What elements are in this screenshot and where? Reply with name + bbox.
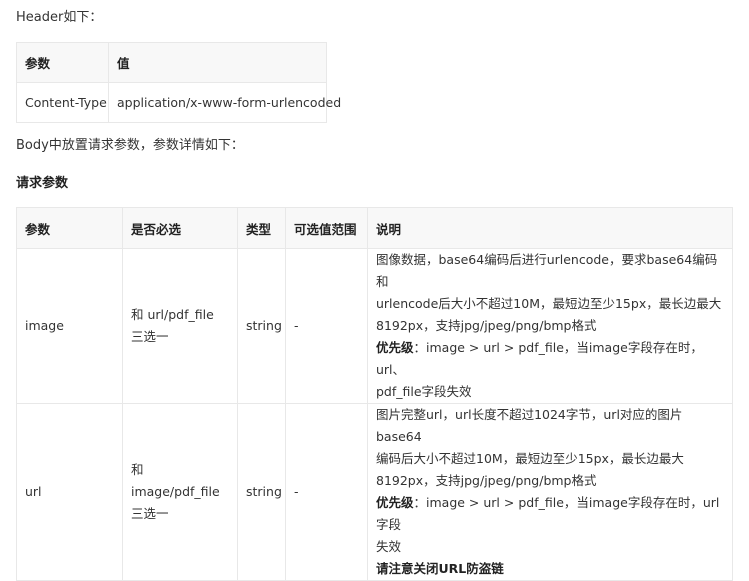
- type-cell: string: [237, 403, 286, 581]
- priority-label: 优先级: [376, 340, 414, 355]
- table-row: Content-Type application/x-www-form-urle…: [16, 82, 341, 123]
- range-cell: -: [285, 403, 368, 581]
- anti-hotlink-note: 请注意关闭URL防盗链: [376, 561, 504, 576]
- request-params-title: 请求参数: [16, 176, 69, 191]
- description-cell: 图片完整url，url长度不超过1024字节，url对应的图片base64 编码…: [367, 403, 733, 581]
- col-range: 可选值范围: [285, 207, 368, 249]
- col-type: 类型: [237, 207, 286, 249]
- description-line: 图片完整url，url长度不超过1024字节，url对应的图片base64: [376, 407, 683, 444]
- header-table-head-row: 参数 值: [16, 42, 327, 83]
- table-row: url 和 image/pdf_file 三选一 string - 图片完整ur…: [16, 403, 733, 581]
- required-cell: 和 url/pdf_file 三选一: [122, 248, 238, 404]
- type-cell: string: [237, 248, 286, 404]
- col-description: 说明: [367, 207, 733, 249]
- description-line: 8192px，支持jpg/jpeg/png/bmp格式: [376, 473, 597, 488]
- description-line: 8192px，支持jpg/jpeg/png/bmp格式: [376, 318, 597, 333]
- description-line: 编码后大小不超过10M，最短边至少15px，最长边最大: [376, 451, 684, 466]
- params-table-head-row: 参数 是否必选 类型 可选值范围 说明: [16, 207, 733, 249]
- priority-line: 优先级：image > url > pdf_file，当image字段存在时，u…: [376, 337, 724, 381]
- priority-text: ：image > url > pdf_file，当image字段存在时，url、: [376, 340, 703, 377]
- range-cell: -: [285, 248, 368, 404]
- param-name-cell: image: [16, 248, 123, 404]
- request-params-table: 参数 是否必选 类型 可选值范围 说明 image 和 url/pdf_file…: [16, 207, 733, 581]
- description-cell: 图像数据，base64编码后进行urlencode，要求base64编码和 ur…: [367, 248, 733, 404]
- description-line: urlencode后大小不超过10M，最短边至少15px，最长边最大: [376, 296, 722, 311]
- header-value-cell: application/x-www-form-urlencoded: [108, 82, 341, 123]
- header-col-value: 值: [108, 42, 327, 83]
- description-line: 图像数据，base64编码后进行urlencode，要求base64编码和: [376, 252, 718, 289]
- required-cell: 和 image/pdf_file 三选一: [122, 403, 238, 581]
- body-intro: Body中放置请求参数，参数详情如下：: [16, 138, 244, 153]
- priority-line: pdf_file字段失效: [376, 384, 472, 399]
- header-table: 参数 值 Content-Type application/x-www-form…: [16, 42, 341, 123]
- col-required: 是否必选: [122, 207, 238, 249]
- priority-line: 优先级：image > url > pdf_file，当image字段存在时，u…: [376, 492, 724, 536]
- priority-label: 优先级: [376, 495, 414, 510]
- table-row: image 和 url/pdf_file 三选一 string - 图像数据，b…: [16, 248, 733, 404]
- priority-text: ：image > url > pdf_file，当image字段存在时，url字…: [376, 495, 720, 532]
- param-name-cell: url: [16, 403, 123, 581]
- col-param: 参数: [16, 207, 123, 249]
- header-col-param: 参数: [16, 42, 109, 83]
- priority-line: 失效: [376, 539, 402, 554]
- header-intro: Header如下：: [16, 10, 103, 25]
- header-param-cell: Content-Type: [16, 82, 109, 123]
